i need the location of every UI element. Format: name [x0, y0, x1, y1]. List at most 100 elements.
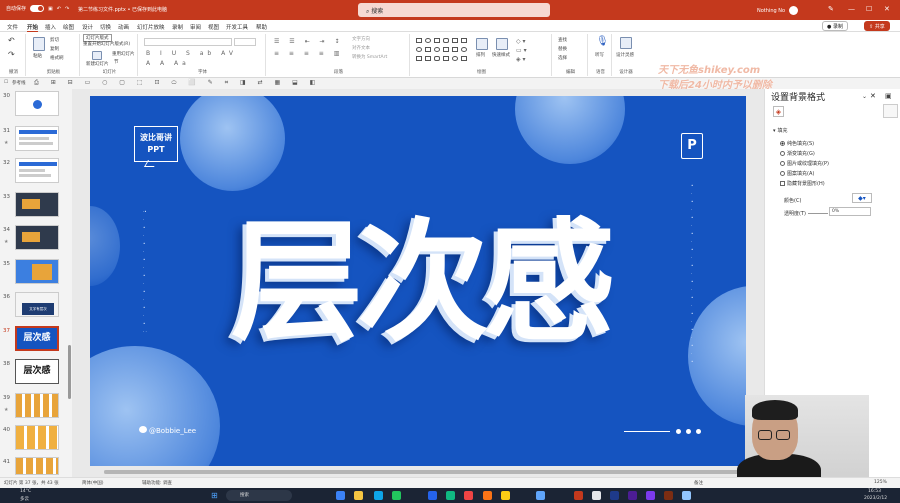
minimize-button[interactable]: — [848, 5, 855, 13]
thumbnail-40[interactable]: 40 [0, 425, 64, 455]
share-button[interactable]: ⇪ 共享 [864, 21, 890, 31]
font-name-box[interactable] [144, 38, 232, 46]
pen-icon[interactable]: ✎ [828, 5, 834, 13]
premiere-icon[interactable] [628, 491, 637, 500]
tab-animations[interactable]: 动画 [118, 23, 129, 31]
save-icon[interactable]: ▣ [48, 6, 53, 12]
fill-icon[interactable]: ◈ [773, 106, 784, 117]
notes-button[interactable]: 备注 [694, 480, 703, 486]
reuse-button[interactable]: 重用幻灯片 [112, 51, 135, 57]
scroll-thumb[interactable] [104, 470, 750, 474]
quick-tools-icons[interactable]: ⎙ ⊞ ⊟ ▭ ○ ▢ ⬚ ⊡ ⬭ ⬜ ✎ ⌗ ◨ ⇄ ▦ ⬓ ◧ [34, 79, 320, 87]
powerpoint-app-icon[interactable] [574, 491, 583, 500]
tab-file[interactable]: 文件 [7, 23, 18, 31]
smartart-button[interactable]: 转换为 SmartArt [352, 54, 387, 60]
thumbnail-image[interactable] [15, 225, 59, 250]
align-text-button[interactable]: 对齐文本 [352, 45, 370, 51]
color-picker-button[interactable]: ◆▾ [852, 193, 872, 203]
fill-section-header[interactable]: ▾ 填充 [773, 127, 788, 135]
checkbox-icon[interactable]: ☐ [4, 80, 8, 85]
windows-start-icon[interactable]: ⊞ [211, 491, 218, 500]
quick-styles-button[interactable]: 快速样式 [492, 52, 510, 58]
close-icon[interactable]: ✕ [870, 92, 876, 100]
arrange-button[interactable]: 排列 [476, 52, 485, 58]
undo-icon[interactable]: ↶ [57, 6, 61, 12]
thumbnail-image[interactable] [15, 425, 59, 450]
tab-help[interactable]: 帮助 [256, 23, 267, 31]
section-button[interactable]: 节 [114, 59, 119, 65]
shape-effects-icon[interactable]: ◈ ▾ [516, 56, 526, 63]
app-icon[interactable] [464, 491, 473, 500]
tab-developer[interactable]: 开发工具 [226, 23, 248, 31]
tab-slideshow[interactable]: 幻灯片放映 [137, 23, 165, 31]
tab-record[interactable]: 录制 [172, 23, 183, 31]
tab-view[interactable]: 视图 [208, 23, 219, 31]
thumbnail-36[interactable]: 36 文字有层次 [0, 292, 64, 322]
thumbnail-image[interactable] [15, 91, 59, 116]
tab-transitions[interactable]: 切换 [100, 23, 111, 31]
checkbox-icon[interactable] [780, 181, 785, 186]
app-icon[interactable] [446, 491, 455, 500]
ref-line-checkbox[interactable]: 参考线 [12, 80, 26, 86]
shape-fill-icon[interactable]: ◇ ▾ [516, 38, 526, 45]
replace-button[interactable]: 替换 [558, 46, 567, 52]
tab-draw[interactable]: 绘图 [63, 23, 74, 31]
text-direction-button[interactable]: 文字方向 [352, 36, 370, 42]
hide-bg-graphics-option[interactable]: 隐藏背景图形(H) [780, 180, 825, 187]
tab-insert[interactable]: 插入 [45, 23, 56, 31]
thumbnail-image[interactable] [15, 457, 59, 475]
picture-fill-option[interactable]: 图片或纹理填充(P) [780, 160, 829, 167]
solid-fill-option[interactable]: 纯色填充(S) [780, 140, 814, 147]
language-status[interactable]: 简体(中国) [82, 480, 104, 486]
zoom-level[interactable]: 125% [874, 480, 887, 485]
tab-home[interactable]: 开始 [27, 23, 39, 32]
wechat-icon[interactable] [392, 491, 401, 500]
app-icon[interactable] [646, 491, 655, 500]
maximize-button[interactable]: ☐ [866, 5, 872, 13]
radio-icon[interactable] [780, 161, 785, 166]
font-size-box[interactable] [234, 38, 256, 46]
thumbnail-image[interactable] [15, 158, 59, 183]
redo-icon[interactable]: ↷ [8, 50, 15, 59]
app-icon[interactable] [483, 491, 492, 500]
find-button[interactable]: 查找 [558, 37, 567, 43]
app-icon[interactable] [536, 491, 545, 500]
designer-icon[interactable] [620, 37, 632, 49]
photoshop-icon[interactable] [610, 491, 619, 500]
shape-outline-icon[interactable]: ▭ ▾ [516, 47, 527, 54]
weather-desc[interactable]: 多云 [20, 496, 29, 502]
autosave-toggle[interactable] [30, 5, 45, 12]
redo-icon[interactable]: ↷ [65, 6, 69, 12]
font-style-buttons[interactable]: B I U S ab AV [146, 50, 237, 57]
align-buttons[interactable]: ≡ ≡ ≡ ≡ ▥ [274, 50, 343, 57]
radio-icon[interactable] [780, 141, 785, 146]
font-color-buttons[interactable]: A A Aa [146, 60, 190, 67]
weather-temp[interactable]: 14°C [20, 489, 31, 494]
thumbnail-image[interactable] [15, 192, 59, 217]
clock-date[interactable]: 2023/2/12 [864, 496, 887, 501]
thumbnail-38[interactable]: 38 层次感 [0, 359, 64, 389]
new-slide-icon[interactable] [92, 51, 102, 60]
chrome-icon[interactable] [501, 491, 510, 500]
reset-button[interactable]: 重置开始幻灯片版式(R) [83, 41, 130, 47]
paste-label[interactable]: 粘贴 [33, 53, 42, 59]
thumbnail-image[interactable] [15, 259, 59, 284]
folder-icon[interactable] [354, 491, 363, 500]
gradient-fill-option[interactable]: 渐变填充(G) [780, 150, 815, 157]
tab-design[interactable]: 设计 [82, 23, 93, 31]
copy-button[interactable]: 复制 [50, 46, 59, 52]
app-icon[interactable] [592, 491, 601, 500]
record-button[interactable]: ● 录制 [822, 21, 848, 31]
search-box[interactable]: ⌕ 搜索 [358, 3, 550, 17]
paste-icon[interactable] [33, 37, 45, 51]
clock-time[interactable]: 16:53 [868, 489, 881, 494]
thumbnail-37[interactable]: 37 层次感 [0, 326, 64, 356]
new-slide-button[interactable]: 新建幻灯片 [86, 61, 109, 67]
radio-icon[interactable] [780, 171, 785, 176]
cut-button[interactable]: 剪切 [50, 37, 59, 43]
app-icon[interactable] [682, 491, 691, 500]
quick-styles-icon[interactable] [496, 38, 508, 50]
thumbnail-32[interactable]: 32 [0, 158, 64, 188]
illustrator-icon[interactable] [664, 491, 673, 500]
select-button[interactable]: 选择 [558, 55, 567, 61]
